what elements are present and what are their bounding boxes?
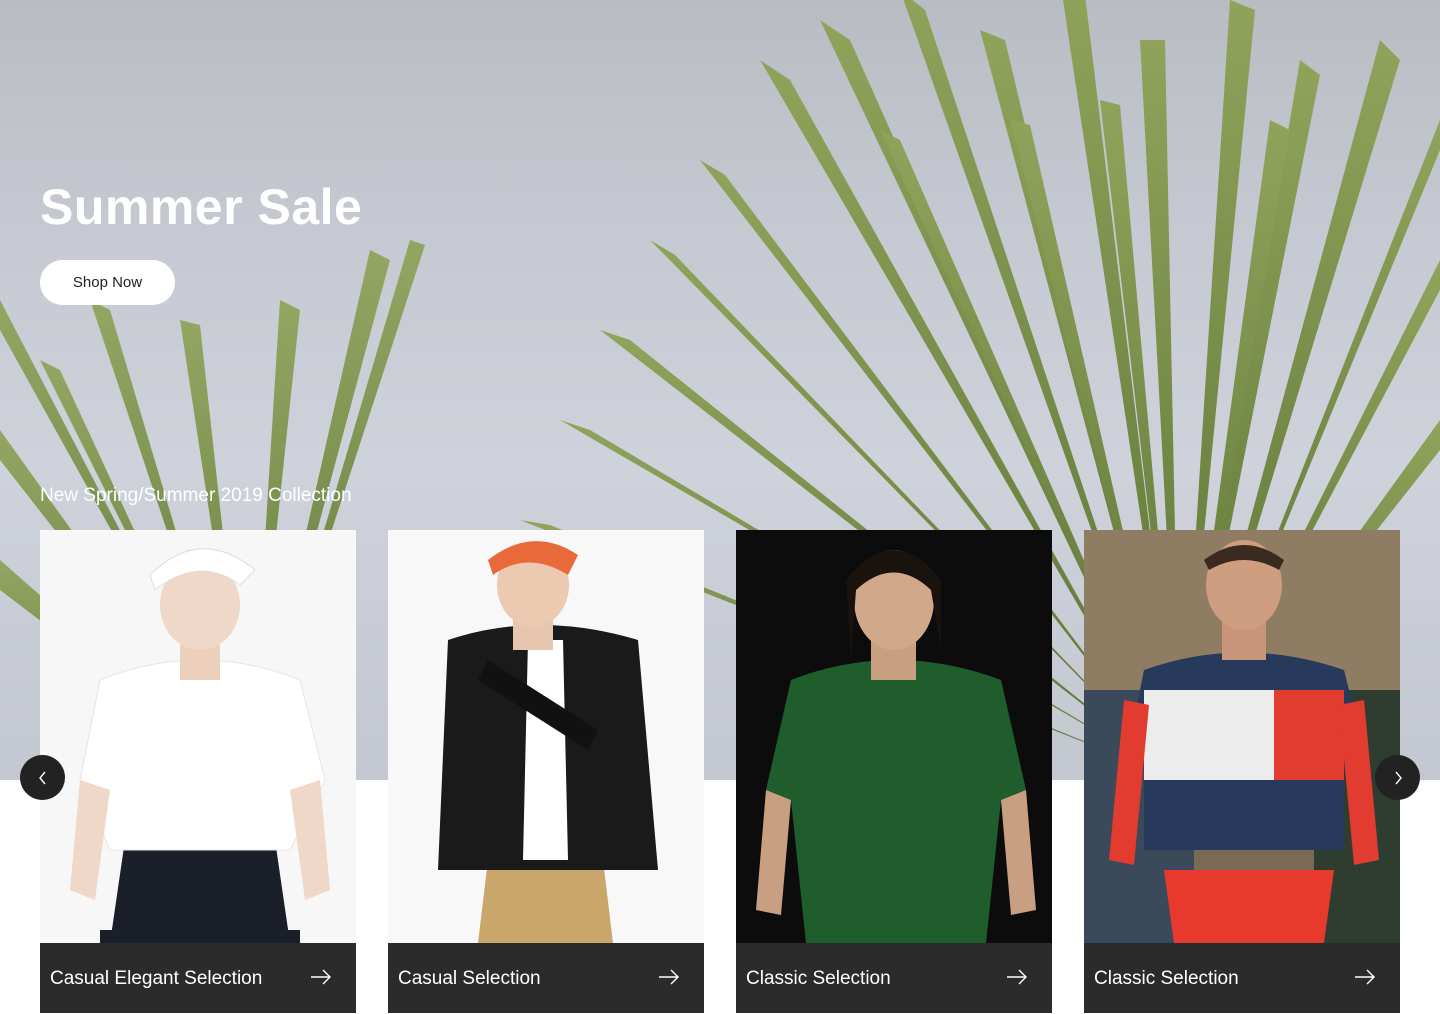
shop-now-button[interactable]: Shop Now xyxy=(40,260,175,305)
product-card-casual[interactable]: Casual Selection xyxy=(388,530,704,1013)
card-label: Casual Selection xyxy=(398,967,541,989)
arrow-right-icon xyxy=(311,969,331,985)
model-tracksuit-image xyxy=(1084,530,1400,943)
card-image xyxy=(736,530,1052,943)
model-white-polo-image xyxy=(40,530,356,943)
card-label: Casual Elegant Selection xyxy=(50,967,263,989)
chevron-left-icon xyxy=(38,771,46,784)
model-black-jacket-image xyxy=(388,530,704,943)
arrow-right-icon xyxy=(659,969,679,985)
card-image xyxy=(388,530,704,943)
hero-title: Summer Sale xyxy=(40,179,363,235)
arrow-right-icon xyxy=(1355,969,1375,985)
card-label: Classic Selection xyxy=(746,967,891,989)
carousel-next-button[interactable] xyxy=(1375,755,1420,800)
model-green-polo-image xyxy=(736,530,1052,943)
collection-label: New Spring/Summer 2019 Collection xyxy=(40,485,352,506)
arrow-right-icon xyxy=(1007,969,1027,985)
carousel-prev-button[interactable] xyxy=(20,755,65,800)
card-footer[interactable]: Classic Selection xyxy=(1084,943,1400,1013)
chevron-right-icon xyxy=(1394,771,1402,784)
product-card-casual-elegant[interactable]: Casual Elegant Selection xyxy=(40,530,356,1013)
card-footer[interactable]: Casual Elegant Selection xyxy=(40,943,356,1013)
card-image xyxy=(1084,530,1400,943)
product-card-classic-2[interactable]: Classic Selection xyxy=(1084,530,1400,1013)
card-footer[interactable]: Casual Selection xyxy=(388,943,704,1013)
card-label: Classic Selection xyxy=(1094,967,1239,989)
card-image xyxy=(40,530,356,943)
product-card-classic-1[interactable]: Classic Selection xyxy=(736,530,1052,1013)
card-footer[interactable]: Classic Selection xyxy=(736,943,1052,1013)
